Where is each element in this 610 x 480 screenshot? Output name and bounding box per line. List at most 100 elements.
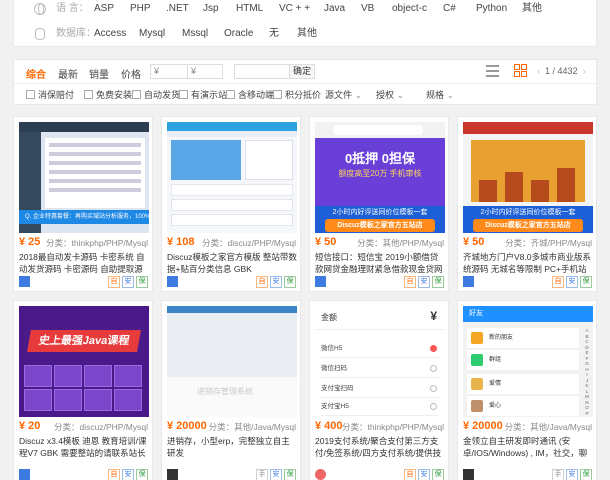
check-compensation[interactable]: 消保赔付 [26,88,74,101]
language-option-csharp[interactable]: C# [443,0,456,20]
install-tag: 安 [566,276,578,288]
language-option-objc[interactable]: object-c [392,0,427,20]
database-icon [34,28,46,40]
language-filter-label: 语 言： [56,3,89,14]
pager-prev-button[interactable]: ‹ [537,66,540,76]
product-thumbnail[interactable]: 好友 新的朋友 群组 爱情 爱心 ABCDEFGHIJKLMNOP [463,306,593,417]
database-option-other[interactable]: 其他 [297,23,317,45]
check-free-install[interactable]: 免费安装 [84,88,132,101]
sort-sales[interactable]: 销量 [89,66,109,81]
product-title[interactable]: 齐城地方门户V8.0多城市商业版系统源码 无城名等限制 PC+手机站+微信三网 [463,251,594,275]
language-option-html[interactable]: HTML [236,0,263,20]
language-option-python[interactable]: Python [476,0,507,20]
shop-icon[interactable] [463,276,474,287]
database-option-mssql[interactable]: Mssql [182,23,208,45]
dropdown-license[interactable]: 授权 ⌄ [376,88,404,101]
filter-panel: 语 言： ASP PHP .NET Jsp HTML VC + + Java V… [13,0,597,47]
product-card[interactable]: 金额 ¥ 微信H5 微信扫码 支付宝扫码 支付宝H5 ¥ 400 分类：think… [309,300,449,480]
install-tag: 安 [418,469,430,480]
product-thumbnail[interactable]: Q. 企业特惠套餐：再购买域站分析服务，100%同服无限 [19,122,149,233]
product-title[interactable]: 2018最自动发卡源码 卡密系统 自动发货源码 卡密源码 自助提取源码 自动发卡 [19,251,150,275]
check-demo-site[interactable]: 有演示站 [179,88,227,101]
chevron-down-icon: ⌄ [355,91,362,100]
product-price: ¥ 20000 [167,420,207,432]
language-option-vb[interactable]: VB [361,0,374,20]
check-auto-delivery[interactable]: 自动发货 [132,88,180,101]
shop-icon[interactable] [167,469,178,480]
sort-comprehensive[interactable]: 综合 [26,66,46,81]
product-thumbnail[interactable]: 进销存管理系统 [167,306,297,417]
alphabet-index[interactable]: ABCDEFGHIJKLMNOP [584,328,590,416]
product-category: 分类：其他/Java/Mysql [504,422,592,432]
product-card[interactable]: 好友 新的朋友 群组 爱情 爱心 ABCDEFGHIJKLMNOP ¥ 2000… [457,300,597,480]
service-tags: 自安保 [402,467,444,480]
product-card[interactable]: 2小时内好评送同价位模板一套 Discuz模板之家官方五站店 ¥ 50 分类：齐城… [457,116,597,292]
service-tags: 手安保 [550,467,592,480]
sort-price[interactable]: 价格 [121,66,141,81]
product-title[interactable]: 短信接口：短信宝 2019小额借贷款网贷金融理财紧急借款现金贷网站源码 [315,251,446,275]
dropdown-spec[interactable]: 规格 ⌄ [426,88,454,101]
auto-delivery-tag: 自 [552,276,564,288]
service-tags: 自安保 [106,274,148,288]
sort-newest[interactable]: 最新 [58,66,78,81]
language-option-php[interactable]: PHP [130,0,151,20]
check-mobile[interactable]: 含移动端 [226,88,274,101]
product-thumbnail[interactable] [167,122,297,233]
language-option-asp[interactable]: ASP [94,0,114,20]
list-view-icon[interactable] [486,65,499,77]
check-points[interactable]: 积分抵价 [273,88,321,101]
language-option-java[interactable]: Java [324,0,345,20]
language-option-other[interactable]: 其他 [522,0,542,20]
language-option-net[interactable]: .NET [166,0,189,20]
service-tags: 手安保 [254,467,296,480]
shop-icon[interactable] [463,469,474,480]
manual-delivery-tag: 手 [552,469,564,480]
product-thumbnail[interactable]: 金额 ¥ 微信H5 微信扫码 支付宝扫码 支付宝H5 [315,306,445,417]
product-title[interactable]: Discuz模板之家官方模版 整站带数据+贴百分类信息 GBK [167,251,298,275]
product-price: ¥ 25 [19,236,41,248]
product-price: ¥ 20 [19,420,41,432]
shop-icon[interactable] [19,469,30,480]
product-thumbnail[interactable]: 2小时内好评送同价位模板一套 Discuz模板之家官方五站店 [463,122,593,233]
product-title[interactable]: 2019支付系统/聚合支付第三方支付/免签系统/四方支付系统/提供技术咨询 [315,435,446,459]
product-card[interactable]: ¥ 108 分类：discuz/PHP/Mysql Discuz模板之家官方模版… [161,116,301,292]
product-card[interactable]: Q. 企业特惠套餐：再购买域站分析服务，100%同服无限 ¥ 25 分类：thi… [13,116,153,292]
price-max-input[interactable]: ¥ [187,64,223,79]
product-category: 分类：其他/Java/Mysql [208,422,296,432]
service-tags: 自安保 [402,274,444,288]
product-price: ¥ 20000 [463,420,503,432]
keyword-input[interactable] [234,64,290,79]
database-option-access[interactable]: Access [94,23,126,45]
product-card[interactable]: 进销存管理系统 ¥ 20000 分类：其他/Java/Mysql 进销存，小型e… [161,300,301,480]
guarantee-tag: 保 [136,469,148,480]
install-tag: 安 [566,469,578,480]
product-thumbnail[interactable]: 史上最强Java课程 [19,306,149,417]
language-option-vc[interactable]: VC + + [279,0,310,20]
database-option-oracle[interactable]: Oracle [224,23,253,45]
shop-icon[interactable] [19,276,30,287]
product-price: ¥ 400 [315,420,343,432]
auto-delivery-tag: 自 [256,276,268,288]
confirm-button[interactable]: 确定 [289,64,315,79]
database-option-mysql[interactable]: Mysql [139,23,165,45]
product-card[interactable]: 史上最强Java课程 ¥ 20 分类：discuz/PHP/Mysql Disc… [13,300,153,480]
service-tags: 自安保 [550,274,592,288]
product-title[interactable]: Discuz x3.4模板 迪恩 教育培训/课程V7 GBK 需要整站的请联系站… [19,435,150,459]
install-tag: 安 [122,469,134,480]
grid-view-icon[interactable] [514,64,528,78]
shop-icon[interactable] [167,276,178,287]
language-option-jsp[interactable]: Jsp [203,0,219,20]
shop-avatar-icon[interactable] [315,469,326,480]
product-card[interactable]: 0抵押 0担保 额度高至20万 手机审核 2小时内好评送同价位模板一套 Discu… [309,116,449,292]
option-bar: 消保赔付 免费安装 自动发货 有演示站 含移动端 积分抵价 源文件 ⌄ 授权 ⌄ 规… [14,84,596,104]
database-option-none[interactable]: 无 [269,23,279,45]
dropdown-source-file[interactable]: 源文件 ⌄ [325,88,362,101]
product-title[interactable]: 进销存，小型erp，完整独立自主研发 [167,435,298,459]
shop-icon[interactable] [315,276,326,287]
product-category: 分类：thinkphp/PHP/Mysql [45,238,148,248]
product-thumbnail[interactable]: 0抵押 0担保 额度高至20万 手机审核 2小时内好评送同价位模板一套 Discu… [315,122,445,233]
pager-next-button[interactable]: › [583,66,586,76]
product-title[interactable]: 金领立自主研发即时通讯 (安卓/IOS/Windows) , IM，社交，聊天 [463,435,594,459]
guarantee-tag: 保 [432,276,444,288]
install-tag: 安 [122,276,134,288]
